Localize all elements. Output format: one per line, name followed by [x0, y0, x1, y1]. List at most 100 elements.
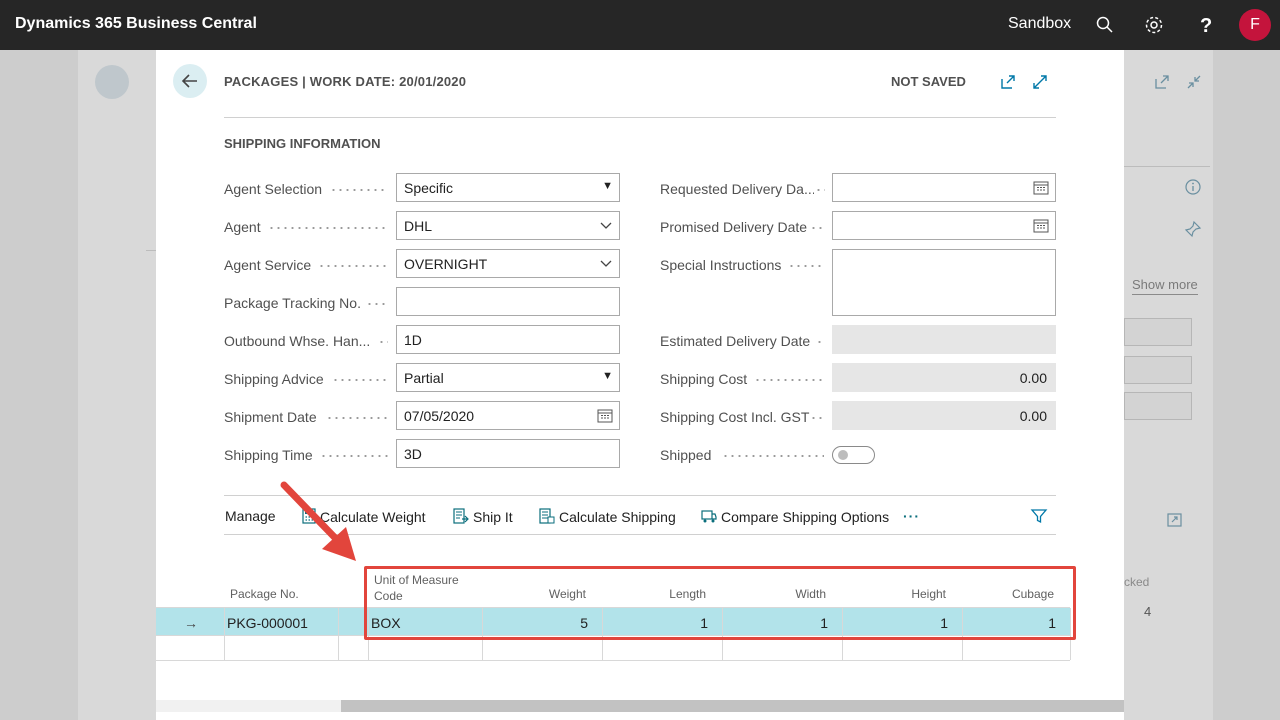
background-column-header: cked: [1124, 575, 1150, 589]
back-button[interactable]: [173, 64, 207, 98]
background-date-field: [1124, 318, 1192, 346]
estimated-delivery-date-field: [832, 325, 1056, 354]
shipping-cost-field: 0.00: [832, 363, 1056, 392]
label-leader: [816, 341, 824, 343]
cell-uom-code[interactable]: BOX: [371, 615, 401, 631]
outbound-whse-label: Outbound Whse. Han...: [224, 333, 370, 349]
grid-line: [1070, 608, 1071, 660]
column-header-package-no[interactable]: Package No.: [230, 587, 299, 601]
calendar-icon[interactable]: [597, 408, 613, 423]
grid-line: [156, 660, 1070, 661]
environment-name: Sandbox: [1008, 15, 1072, 32]
column-header-height[interactable]: Height: [846, 587, 946, 601]
help-icon[interactable]: ?: [1194, 13, 1218, 37]
chevron-down-icon: [600, 260, 612, 267]
divider: [224, 117, 1056, 118]
label-leader: [722, 455, 824, 457]
show-more-link: Show more: [1132, 277, 1198, 295]
label-leader: [810, 227, 824, 229]
background-divider: [146, 250, 156, 251]
package-tracking-input[interactable]: [396, 287, 620, 316]
outbound-whse-input[interactable]: 1D: [396, 325, 620, 354]
open-new-window-icon[interactable]: [998, 72, 1018, 92]
calculate-shipping-button[interactable]: Calculate Shipping: [539, 508, 676, 525]
cell-width[interactable]: 1: [726, 615, 828, 631]
annotation-arrow-icon: [280, 481, 356, 561]
cell-weight[interactable]: 5: [486, 615, 588, 631]
shipment-date-input[interactable]: 07/05/2020: [396, 401, 620, 430]
label-leader: [332, 379, 388, 381]
cell-height[interactable]: 1: [846, 615, 948, 631]
column-header-width[interactable]: Width: [726, 587, 826, 601]
filter-icon[interactable]: [1030, 507, 1048, 528]
ship-document-icon: [453, 508, 469, 524]
packages-dialog: PACKAGES | WORK DATE: 20/01/2020 NOT SAV…: [156, 50, 1124, 720]
ship-it-button[interactable]: Ship It: [453, 508, 513, 525]
grid-line: [338, 608, 339, 660]
promised-delivery-date-input[interactable]: [832, 211, 1056, 240]
back-arrow-icon: [181, 74, 197, 88]
manage-menu[interactable]: Manage: [225, 508, 276, 524]
compare-shipping-button[interactable]: Compare Shipping Options: [701, 508, 889, 525]
background-info-icon: [1184, 178, 1202, 199]
cell-cubage[interactable]: 1: [954, 615, 1056, 631]
shipping-time-input[interactable]: 3D: [396, 439, 620, 468]
column-header-cubage[interactable]: Cubage: [954, 587, 1054, 601]
dialog-title: PACKAGES | WORK DATE: 20/01/2020: [224, 74, 467, 89]
dropdown-arrow-icon: ▼: [602, 180, 613, 192]
special-instructions-textarea[interactable]: [832, 249, 1056, 316]
app-title[interactable]: Dynamics 365 Business Central: [15, 15, 257, 33]
agent-service-select[interactable]: OVERNIGHT: [396, 249, 620, 278]
calendar-icon[interactable]: [1033, 218, 1049, 233]
label-leader: [326, 417, 388, 419]
scrollbar-thumb[interactable]: [341, 700, 1124, 712]
calculator-icon: [539, 508, 555, 524]
agent-selection-select[interactable]: Specific ▼: [396, 173, 620, 202]
user-avatar[interactable]: F: [1239, 9, 1271, 41]
grid-line: [962, 608, 963, 660]
settings-gear-icon[interactable]: [1142, 13, 1166, 37]
column-header-length[interactable]: Length: [606, 587, 706, 601]
requested-delivery-label: Requested Delivery Da...: [660, 181, 814, 197]
chevron-down-icon: [600, 222, 612, 229]
truck-icon: [701, 510, 717, 523]
column-header-uom-code[interactable]: Unit of Measure Code: [374, 573, 459, 603]
agent-select[interactable]: DHL: [396, 211, 620, 240]
background-pin-icon: [1184, 220, 1202, 241]
column-header-weight[interactable]: Weight: [486, 587, 586, 601]
background-divider: [1124, 166, 1210, 167]
background-field: [1124, 392, 1192, 420]
grid-line: [842, 608, 843, 660]
cell-package-no[interactable]: PKG-000001: [227, 615, 308, 631]
calendar-icon[interactable]: [1033, 180, 1049, 195]
more-actions-button[interactable]: ···: [903, 508, 920, 524]
background-cell: 4: [1144, 604, 1152, 619]
estimated-delivery-label: Estimated Delivery Date: [660, 333, 811, 349]
expand-icon[interactable]: [1030, 72, 1050, 92]
label-leader: [320, 455, 388, 457]
label-leader: [788, 265, 824, 267]
background-date-field: [1124, 356, 1192, 384]
background-expand-icon: [1166, 511, 1184, 532]
row-indicator-arrow-icon: →: [184, 615, 198, 631]
label-leader: [268, 227, 388, 229]
grid-line: [224, 608, 225, 660]
shipping-advice-select[interactable]: Partial ▼: [396, 363, 620, 392]
section-title: SHIPPING INFORMATION: [224, 136, 381, 151]
requested-delivery-date-input[interactable]: [832, 173, 1056, 202]
grid-line: [602, 608, 603, 660]
shipping-cost-gst-label: Shipping Cost Incl. GST: [660, 409, 810, 425]
label-leader: [754, 379, 824, 381]
grid-line: [482, 608, 483, 660]
shipped-toggle[interactable]: [832, 446, 875, 464]
svg-text:?: ?: [1200, 15, 1212, 37]
package-tracking-label: Package Tracking No.: [224, 295, 361, 311]
search-icon[interactable]: [1093, 13, 1117, 37]
label-leader: [366, 303, 388, 305]
save-status: NOT SAVED: [891, 74, 966, 89]
app-bar: Dynamics 365 Business Central Sandbox ? …: [0, 0, 1280, 50]
label-leader: [810, 417, 824, 419]
grid-line: [722, 608, 723, 660]
cell-length[interactable]: 1: [606, 615, 708, 631]
promised-delivery-label: Promised Delivery Date: [660, 219, 808, 235]
